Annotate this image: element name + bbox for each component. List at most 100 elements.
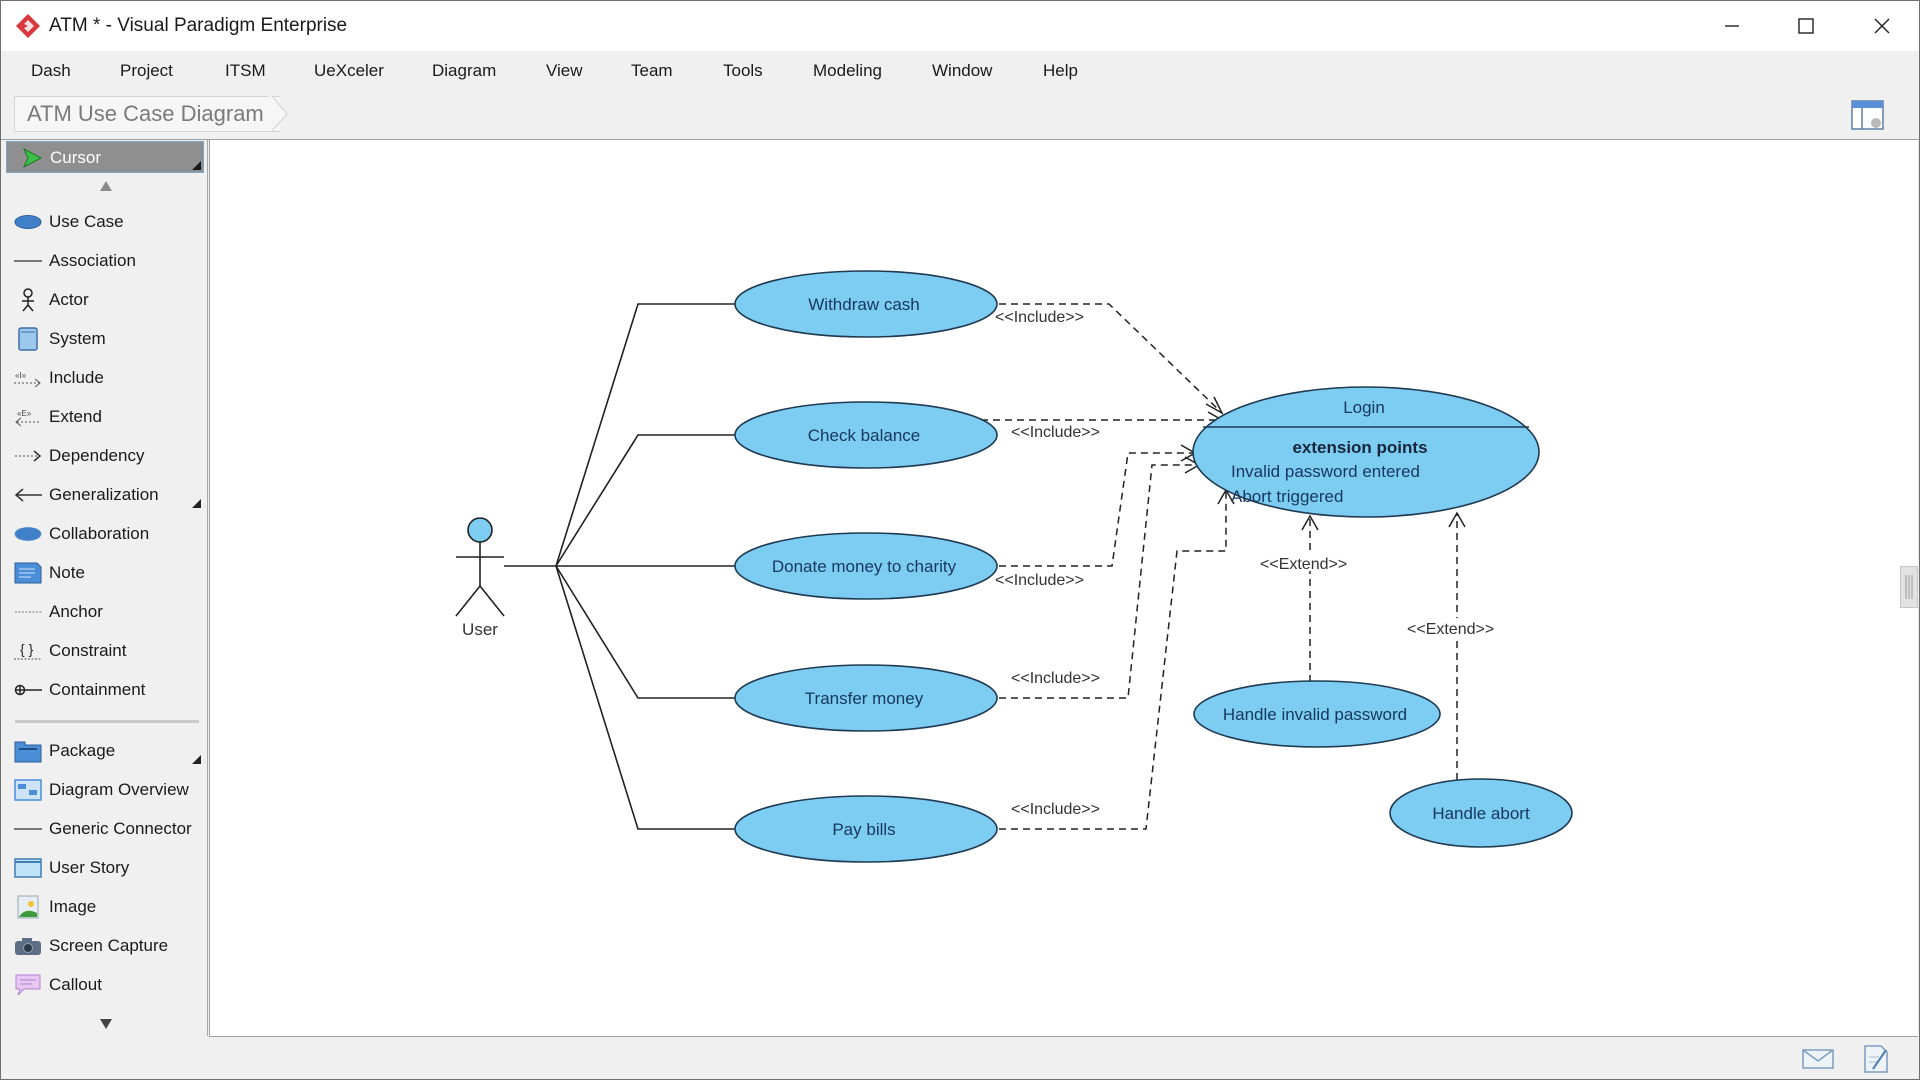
tool-label: Actor xyxy=(49,290,89,309)
tool-diagram-overview[interactable]: Diagram Overview xyxy=(3,772,207,808)
tool-label: Constraint xyxy=(49,641,127,660)
actor-head xyxy=(467,517,493,543)
generic-connector-icon xyxy=(14,828,42,830)
tool-image[interactable]: Image xyxy=(3,889,207,925)
tool-label: System xyxy=(49,329,106,348)
extend-label: <<Extend>> xyxy=(1260,556,1347,573)
image-icon xyxy=(17,895,39,919)
tool-cursor[interactable]: Cursor xyxy=(6,141,204,173)
tool-cursor-label: Cursor xyxy=(50,148,102,167)
diagram-canvas[interactable]: <<Include>> <<Include>> <<Include>> <<In… xyxy=(209,140,1918,1037)
minimize-button[interactable] xyxy=(1697,1,1767,51)
tool-label: Generalization xyxy=(49,485,159,504)
maximize-button[interactable] xyxy=(1771,1,1841,51)
diagram-overview-icon xyxy=(14,779,42,801)
camera-icon xyxy=(15,938,41,955)
tool-dependency[interactable]: Dependency xyxy=(3,438,207,474)
grip-icon xyxy=(1905,575,1913,599)
submenu-indicator-icon xyxy=(192,161,201,170)
use-case-label: Handle invalid password xyxy=(1223,705,1407,724)
tool-package[interactable]: Package xyxy=(3,733,207,769)
use-case-label: Pay bills xyxy=(832,820,895,839)
tool-label: Package xyxy=(49,741,116,760)
actor-leg xyxy=(455,585,481,617)
window-title: ATM * - Visual Paradigm Enterprise xyxy=(49,15,348,36)
tool-collaboration[interactable]: Collaboration xyxy=(3,516,207,552)
include-icon: «I» xyxy=(14,371,41,388)
callout-icon xyxy=(15,974,41,996)
tool-anchor[interactable]: Anchor xyxy=(3,594,207,630)
svg-text:«E»: «E» xyxy=(17,409,32,418)
app-window: ATM * - Visual Paradigm Enterprise Dash … xyxy=(0,0,1920,1080)
tool-actor[interactable]: Actor xyxy=(3,282,207,318)
minimize-icon xyxy=(1725,25,1739,27)
tool-label: Dependency xyxy=(49,446,145,465)
menu-itsm[interactable]: ITSM xyxy=(225,61,266,81)
close-icon xyxy=(1874,18,1890,34)
menu-dash[interactable]: Dash xyxy=(31,61,71,81)
close-button[interactable] xyxy=(1847,1,1917,51)
use-case-diagram: <<Include>> <<Include>> <<Include>> <<In… xyxy=(455,270,1573,863)
constraint-icon: { } xyxy=(14,641,42,660)
use-case-label: Withdraw cash xyxy=(808,295,919,314)
use-case-label: Check balance xyxy=(808,426,920,445)
layout-toggle-icon[interactable] xyxy=(1851,99,1885,131)
tool-callout[interactable]: Callout xyxy=(3,967,207,1003)
panel-resize-handle[interactable] xyxy=(1900,566,1918,608)
extension-point: Abort triggered xyxy=(1231,487,1343,506)
menu-tools[interactable]: Tools xyxy=(723,61,763,81)
tool-label: Anchor xyxy=(49,602,103,621)
tool-constraint[interactable]: { } Constraint xyxy=(3,633,207,669)
actor-leg xyxy=(479,585,505,617)
menu-help[interactable]: Help xyxy=(1043,61,1078,81)
include-label: <<Include>> xyxy=(995,309,1084,326)
menu-modeling[interactable]: Modeling xyxy=(813,61,882,81)
submenu-indicator-icon xyxy=(192,499,201,508)
tool-note[interactable]: Note xyxy=(3,555,207,591)
svg-text:{ }: { } xyxy=(20,641,34,657)
include-label: <<Include>> xyxy=(1011,801,1100,818)
include-label: <<Include>> xyxy=(1011,424,1100,441)
menu-uexceler[interactable]: UeXceler xyxy=(314,61,384,81)
tool-containment[interactable]: Containment xyxy=(3,672,207,708)
extend-icon: «E» xyxy=(15,409,41,427)
mail-icon[interactable] xyxy=(1801,1045,1835,1073)
menu-team[interactable]: Team xyxy=(631,61,673,81)
menu-window[interactable]: Window xyxy=(932,61,992,81)
scroll-down-icon[interactable] xyxy=(99,1018,113,1030)
tool-user-story[interactable]: User Story xyxy=(3,850,207,886)
tool-use-case[interactable]: Use Case xyxy=(3,204,207,240)
tool-system[interactable]: System xyxy=(3,321,207,357)
include-label: <<Include>> xyxy=(995,572,1084,589)
actor-icon xyxy=(22,288,34,312)
use-case-label: Donate money to charity xyxy=(772,557,957,576)
association-line[interactable] xyxy=(555,434,736,567)
edit-document-icon[interactable] xyxy=(1859,1045,1893,1073)
scroll-up-icon[interactable] xyxy=(99,180,113,192)
tool-include[interactable]: «I» Include xyxy=(3,360,207,396)
use-case-label: Handle abort xyxy=(1432,804,1530,823)
system-icon xyxy=(18,327,38,351)
extension-points-header: extension points xyxy=(1292,438,1427,457)
submenu-indicator-icon xyxy=(192,755,201,764)
tool-label: User Story xyxy=(49,858,130,877)
breadcrumb-current-diagram[interactable]: ATM Use Case Diagram xyxy=(14,96,280,132)
include-connector[interactable] xyxy=(999,490,1227,830)
tool-screen-capture[interactable]: Screen Capture xyxy=(3,928,207,964)
tool-generic-connector[interactable]: Generic Connector xyxy=(3,811,207,847)
association-line[interactable] xyxy=(555,565,736,699)
tool-association[interactable]: Association xyxy=(3,243,207,279)
menu-project[interactable]: Project xyxy=(120,61,173,81)
tool-label: Use Case xyxy=(49,212,124,231)
tool-label: Include xyxy=(49,368,104,387)
menu-view[interactable]: View xyxy=(546,61,583,81)
menu-bar: Dash Project ITSM UeXceler Diagram View … xyxy=(1,51,1919,91)
login-label: Login xyxy=(1343,398,1385,417)
tool-label: Callout xyxy=(49,975,102,994)
menu-diagram[interactable]: Diagram xyxy=(432,61,496,81)
include-connector[interactable] xyxy=(999,452,1195,567)
tool-extend[interactable]: «E» Extend xyxy=(3,399,207,435)
note-icon xyxy=(14,562,42,584)
actor-user[interactable]: User xyxy=(455,517,505,639)
tool-generalization[interactable]: Generalization xyxy=(3,477,207,513)
